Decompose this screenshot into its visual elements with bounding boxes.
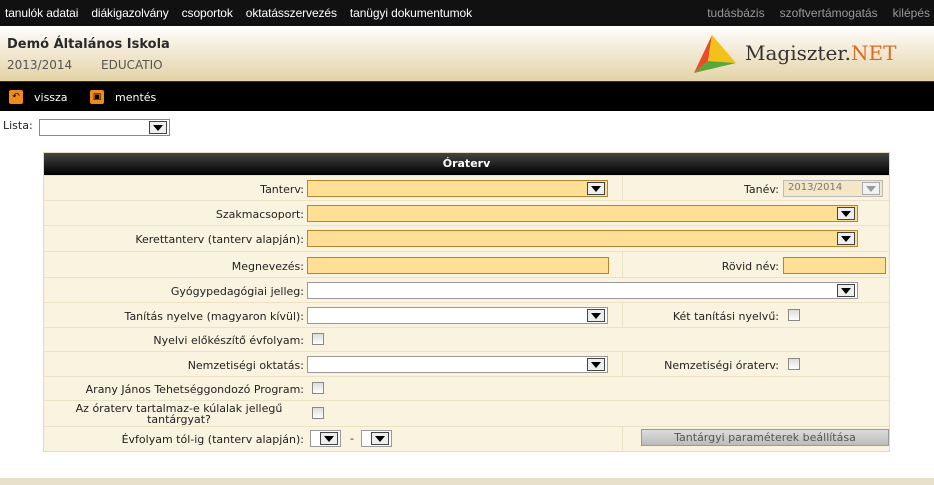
nyelvi-elokeszito-label: Nyelvi előkészítő évfolyam: xyxy=(153,334,304,347)
chevron-down-icon xyxy=(837,207,855,220)
nav-kilepes[interactable]: kilépés xyxy=(893,6,930,20)
chevron-down-icon xyxy=(320,432,338,445)
megnevezes-label: Megnevezés: xyxy=(231,260,304,273)
ket-tanitasi-label: Két tanítási nyelvű: xyxy=(672,310,779,323)
arany-janos-checkbox[interactable] xyxy=(312,382,324,394)
panel-title: Óraterv xyxy=(44,153,889,175)
kulalak-checkbox[interactable] xyxy=(312,407,324,419)
lista-select[interactable] xyxy=(39,119,170,136)
nav-tanulok-adatai[interactable]: tanulók adatai xyxy=(5,6,78,20)
evfolyam-label: Évfolyam tól-ig (tanterv alapján): xyxy=(121,433,304,446)
toolbar: ↶ vissza ▣ mentés xyxy=(0,81,934,111)
tanterv-label: Tanterv: xyxy=(260,183,304,196)
szakmacsoport-label: Szakmacsoport: xyxy=(215,208,304,221)
evfolyam-ig-select[interactable] xyxy=(361,430,392,447)
nemzetisegi-oraterv-checkbox[interactable] xyxy=(788,358,800,370)
nav-szoftvertamogatas[interactable]: szoftvertámogatás xyxy=(780,6,878,20)
tanitas-nyelve-label: Tanítás nyelve (magyaron kívül): xyxy=(124,310,304,323)
school-name: Demó Általános Iskola xyxy=(7,37,170,52)
nemzetisegi-oraterv-label: Nemzetiségi óraterv: xyxy=(664,359,779,372)
row-szakmacsoport: Szakmacsoport: xyxy=(44,200,889,225)
chevron-down-icon xyxy=(587,309,605,322)
tanev-select[interactable]: 2013/2014 xyxy=(783,180,883,197)
row-kulalak: Az óraterv tartalmaz-e kúlalak jellegű ta… xyxy=(44,400,889,426)
row-arany-janos: Arany János Tehetséggondozó Program: xyxy=(44,376,889,400)
evfolyam-tol-select[interactable] xyxy=(310,430,341,447)
chevron-down-icon xyxy=(837,232,855,245)
top-navigation: tanulók adatai diákigazolvány csoportok … xyxy=(0,0,934,26)
logo-text: Magiszter.NET xyxy=(745,41,897,65)
tanev-label: Tanév: xyxy=(744,183,779,196)
header: Demó Általános Iskola 2013/2014 EDUCATIO… xyxy=(0,26,934,81)
save-label: mentés xyxy=(115,90,157,104)
range-dash: - xyxy=(350,432,354,445)
back-icon: ↶ xyxy=(9,90,23,104)
rovid-nev-label: Rövid név: xyxy=(721,260,779,273)
row-kerettanterv: Kerettanterv (tanterv alapján): xyxy=(44,225,889,251)
row-tanitas-nyelve: Tanítás nyelve (magyaron kívül): Két tan… xyxy=(44,302,889,327)
nav-csoportok[interactable]: csoportok xyxy=(182,6,233,20)
nemzetisegi-oktatas-label: Nemzetiségi oktatás: xyxy=(187,359,304,372)
nav-tudasbazis[interactable]: tudásbázis xyxy=(707,6,764,20)
tanterv-select[interactable] xyxy=(307,180,608,197)
tanev-value: 2013/2014 xyxy=(788,182,843,193)
back-button[interactable]: ↶ vissza xyxy=(9,82,68,112)
back-label: vissza xyxy=(34,90,68,104)
nav-oktatasszervezes[interactable]: oktatásszervezés xyxy=(246,6,337,20)
school-year: 2013/2014 xyxy=(7,58,73,72)
bottom-bar xyxy=(0,478,934,485)
chevron-down-icon xyxy=(862,182,880,195)
row-gyogypedagogiai: Gyógypedagógiai jelleg: xyxy=(44,277,889,302)
nyelvi-elokeszito-checkbox[interactable] xyxy=(312,333,324,345)
chevron-down-icon xyxy=(371,432,389,445)
gyogypedagogiai-label: Gyógypedagógiai jelleg: xyxy=(170,285,304,298)
gyogypedagogiai-select[interactable] xyxy=(307,282,858,299)
kerettanterv-select[interactable] xyxy=(307,230,858,247)
kulalak-label: Az óraterv tartalmaz-e kúlalak jellegű ta… xyxy=(75,402,283,426)
oraterv-panel: Óraterv Tanterv: Tanév: 2013/2014 Szakma… xyxy=(43,152,890,452)
chevron-down-icon xyxy=(587,358,605,371)
ket-tanitasi-checkbox[interactable] xyxy=(788,309,800,321)
save-button[interactable]: ▣ mentés xyxy=(90,82,156,112)
szakmacsoport-select[interactable] xyxy=(307,205,858,222)
arany-janos-label: Arany János Tehetséggondozó Program: xyxy=(85,383,304,396)
row-nyelvi-elokeszito: Nyelvi előkészítő évfolyam: xyxy=(44,327,889,351)
nav-tanugyi-dokumentumok[interactable]: tanügyi dokumentumok xyxy=(350,6,472,20)
tanitas-nyelve-select[interactable] xyxy=(307,307,608,324)
lista-label: Lista: xyxy=(3,119,33,132)
kerettanterv-label: Kerettanterv (tanterv alapján): xyxy=(135,233,304,246)
megnevezes-input[interactable] xyxy=(307,257,609,274)
nemzetisegi-oktatas-select[interactable] xyxy=(307,356,608,373)
save-icon: ▣ xyxy=(90,90,104,104)
rovid-nev-input[interactable] xyxy=(783,257,886,274)
tantargyi-parameterek-button[interactable]: Tantárgyi paraméterek beállítása xyxy=(641,429,889,446)
institution: EDUCATIO xyxy=(101,58,163,72)
chevron-down-icon xyxy=(149,121,167,134)
nav-diakigazolvany[interactable]: diákigazolvány xyxy=(91,6,168,20)
row-nemzetisegi: Nemzetiségi oktatás: Nemzetiségi óraterv… xyxy=(44,351,889,376)
row-megnevezes: Megnevezés: Rövid név: xyxy=(44,251,889,277)
row-tanterv: Tanterv: Tanév: 2013/2014 xyxy=(44,175,889,200)
chevron-down-icon xyxy=(587,182,605,195)
chevron-down-icon xyxy=(837,284,855,297)
